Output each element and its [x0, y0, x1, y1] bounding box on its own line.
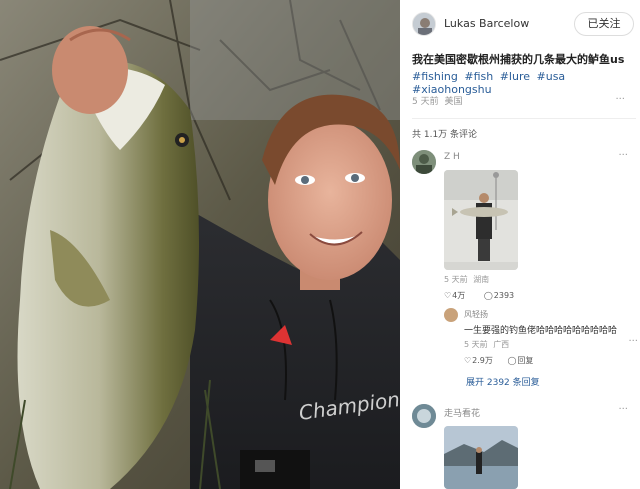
like-button[interactable]: ♡4万 [444, 291, 473, 300]
more-options-icon[interactable]: ··· [618, 150, 628, 161]
heart-icon: ♡ [464, 356, 472, 365]
comment-actions: ♡4万 ◯2393 [444, 290, 530, 301]
author-name[interactable]: Lukas Barcelow [444, 17, 529, 30]
more-options-icon[interactable]: ··· [615, 94, 625, 105]
post-title: 我在美国密歇根州捕获的几条最大的鲈鱼us [412, 53, 625, 66]
reply-location: 广西 [493, 340, 510, 349]
reply-actions: ♡2.9万 ◯回复 [464, 355, 545, 366]
expand-replies-link[interactable]: 展开 2392 条回复 [466, 375, 540, 388]
tag-link[interactable]: #lure [500, 70, 530, 83]
post-meta: 5 天前 美国 ··· [412, 94, 636, 107]
reply-author[interactable]: 风轻扬 [464, 309, 488, 320]
commenter-name[interactable]: Z H [444, 152, 460, 162]
more-options-icon[interactable]: ··· [618, 404, 628, 415]
comment-time: 5 天前 [444, 275, 468, 284]
author-avatar[interactable] [412, 12, 436, 36]
comment-meta: 5 天前 湖南 [444, 274, 492, 285]
commenter-avatar[interactable] [412, 150, 436, 174]
comment-image[interactable] [444, 426, 518, 489]
reply-label: 回复 [517, 356, 534, 365]
author-avatar-image [413, 13, 435, 35]
heart-icon: ♡ [444, 291, 452, 300]
comment-bubble-icon: ◯ [483, 291, 493, 300]
like-count: 2.9万 [472, 356, 493, 365]
reply-count: 2393 [493, 291, 515, 300]
commenter-avatar-image [412, 404, 436, 428]
divider [412, 118, 636, 119]
commenter-avatar[interactable] [412, 404, 436, 428]
post-location: 美国 [444, 97, 463, 107]
tag-link[interactable]: #usa [537, 70, 566, 83]
comment-item: 走马看花 ··· [412, 404, 636, 489]
comment-bubble-icon: ◯ [507, 356, 517, 365]
reply-button[interactable]: ◯2393 [484, 291, 522, 300]
reply-time: 5 天前 [464, 340, 488, 349]
like-count: 4万 [452, 291, 466, 300]
comment-image-man-with-fish [444, 170, 518, 270]
comment-item: Z H ··· 5 天前 湖南 ♡4万 ◯2393 风轻扬 一生要强的钓鱼佬哈哈… [412, 150, 638, 386]
comment-image[interactable] [444, 170, 518, 270]
comment-image-lake-scene [444, 426, 518, 489]
reply-text: 一生要强的钓鱼佬哈哈哈哈哈哈哈哈哈 [464, 326, 618, 336]
like-button[interactable]: ♡2.9万 [464, 356, 499, 365]
reply-meta: 5 天前 广西 [464, 339, 512, 350]
commenter-name[interactable]: 走马看花 [444, 406, 480, 419]
tag-link[interactable]: #fishing [412, 70, 458, 83]
commenter-avatar-image [412, 150, 436, 174]
author-bar: Lukas Barcelow 已关注 [412, 12, 636, 38]
reply-button[interactable]: ◯回复 [507, 356, 539, 365]
post-photo[interactable]: Champion [0, 0, 400, 489]
comment-location: 湖南 [473, 275, 490, 284]
tag-link[interactable]: #fish [464, 70, 493, 83]
post-time: 5 天前 [412, 97, 439, 107]
post-tags: #fishing #fish #lure #usa #xiaohongshu [412, 70, 636, 96]
post-detail-panel: Lukas Barcelow 已关注 我在美国密歇根州捕获的几条最大的鲈鱼us … [400, 0, 640, 489]
following-button[interactable]: 已关注 [574, 12, 634, 36]
reply-item: 风轻扬 一生要强的钓鱼佬哈哈哈哈哈哈哈哈哈 5 天前 广西 ♡2.9万 ◯回复 … [444, 308, 638, 368]
reply-avatar[interactable] [444, 308, 458, 322]
comment-count: 共 1.1万 条评论 [412, 130, 478, 140]
photo-boy-holding-bass: Champion [0, 0, 400, 489]
more-options-icon[interactable]: ··· [628, 336, 638, 347]
